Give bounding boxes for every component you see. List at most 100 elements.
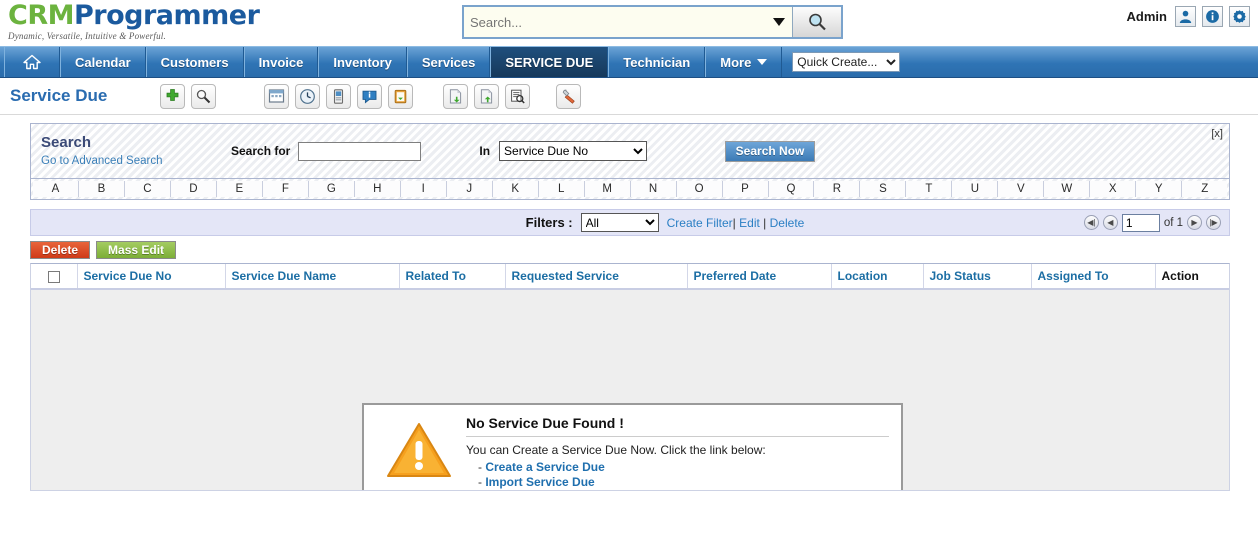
global-search-button[interactable] <box>793 7 841 37</box>
nav-item-services[interactable]: Services <box>406 47 491 77</box>
quick-create-select[interactable]: Quick Create... <box>792 52 901 72</box>
select-all-checkbox[interactable] <box>47 270 60 283</box>
nav-item-customers[interactable]: Customers <box>145 47 244 77</box>
close-icon[interactable]: [x] <box>1211 128 1223 140</box>
user-icon[interactable] <box>1175 6 1196 27</box>
alpha-cell-p[interactable]: P <box>722 181 769 197</box>
alpha-cell-m[interactable]: M <box>584 181 631 197</box>
global-search-input[interactable] <box>464 7 792 37</box>
add-icon[interactable] <box>160 83 185 109</box>
search-record-icon[interactable] <box>191 83 216 109</box>
filters-select[interactable]: All <box>580 213 659 232</box>
column-header-assigned-to[interactable]: Assigned To <box>1031 264 1156 290</box>
nav-item-invoice[interactable]: Invoice <box>243 47 319 77</box>
alpha-cell-d[interactable]: D <box>170 181 217 197</box>
list-action-buttons: Delete Mass Edit <box>30 241 1230 259</box>
alpha-cell-h[interactable]: H <box>354 181 401 197</box>
search-panel: Search Go to Advanced Search Search for … <box>30 123 1230 179</box>
next-page-icon[interactable]: ▶ <box>1187 215 1202 230</box>
filters-bar: Filters : All Create Filter| Edit | Dele… <box>30 209 1230 236</box>
mass-edit-button[interactable]: Mass Edit <box>96 241 177 259</box>
column-header-preferred-date[interactable]: Preferred Date <box>687 264 832 290</box>
chat-icon[interactable] <box>357 83 382 109</box>
header-user-area: Admin <box>1127 6 1250 27</box>
clipboard-icon[interactable] <box>388 83 413 109</box>
main-navigation: Calendar Customers Invoice Inventory Ser… <box>0 46 1258 78</box>
column-header-service-due-name[interactable]: Service Due Name <box>225 264 400 290</box>
alpha-cell-u[interactable]: U <box>952 181 999 197</box>
alpha-cell-o[interactable]: O <box>676 181 723 197</box>
pagination: ◀| ◀ of 1 ▶ |▶ <box>1083 213 1221 232</box>
alpha-cell-s[interactable]: S <box>860 181 907 197</box>
nav-item-home[interactable] <box>4 47 60 77</box>
tools-icon[interactable] <box>556 83 581 109</box>
nav-item-calendar[interactable]: Calendar <box>60 47 146 77</box>
advanced-search-link[interactable]: Go to Advanced Search <box>41 155 162 167</box>
alpha-cell-x[interactable]: X <box>1090 181 1137 197</box>
alpha-cell-z[interactable]: Z <box>1182 181 1228 197</box>
search-in-select[interactable]: Service Due No <box>499 141 648 161</box>
create-service-due-link[interactable]: Create a Service Due <box>485 460 604 474</box>
alpha-cell-g[interactable]: G <box>308 181 355 197</box>
alpha-cell-a[interactable]: A <box>33 181 79 197</box>
column-header-location[interactable]: Location <box>831 264 924 290</box>
column-header-requested-service[interactable]: Requested Service <box>505 264 688 290</box>
alpha-cell-i[interactable]: I <box>400 181 447 197</box>
import-icon[interactable] <box>443 83 468 109</box>
create-filter-link[interactable]: Create Filter <box>667 216 733 230</box>
calendar-icon[interactable] <box>264 83 289 109</box>
logo-wordmark: CRMProgrammer <box>8 0 260 31</box>
alpha-cell-q[interactable]: Q <box>768 181 815 197</box>
alpha-cell-b[interactable]: B <box>78 181 125 197</box>
alpha-cell-r[interactable]: R <box>814 181 861 197</box>
alpha-cell-c[interactable]: C <box>124 181 171 197</box>
last-page-icon[interactable]: |▶ <box>1206 215 1221 230</box>
import-glyph <box>449 88 462 103</box>
alpha-cell-v[interactable]: V <box>998 181 1045 197</box>
delete-filter-link[interactable]: Delete <box>770 216 805 230</box>
clock-glyph <box>300 88 315 104</box>
search-for-input[interactable] <box>298 141 422 161</box>
nav-item-service-due[interactable]: SERVICE DUE <box>490 47 609 77</box>
clock-icon[interactable] <box>295 83 320 109</box>
logo-crm-text: CRM <box>8 0 74 31</box>
alpha-cell-n[interactable]: N <box>630 181 677 197</box>
column-header-service-due-no[interactable]: Service Due No <box>77 264 226 290</box>
dash-1: - <box>478 460 482 474</box>
page-number-input[interactable] <box>1121 213 1160 232</box>
doc-search-glyph <box>511 89 525 104</box>
delete-button[interactable]: Delete <box>30 241 91 259</box>
export-icon[interactable] <box>474 83 499 109</box>
edit-filter-link[interactable]: Edit <box>739 216 760 230</box>
device-icon[interactable] <box>326 83 351 109</box>
search-panel-title: Search <box>41 133 92 151</box>
alpha-cell-l[interactable]: L <box>538 181 585 197</box>
gear-glyph <box>1233 10 1246 23</box>
alpha-cell-y[interactable]: Y <box>1136 181 1183 197</box>
empty-state-title: No Service Due Found ! <box>466 415 889 437</box>
alpha-cell-t[interactable]: T <box>906 181 953 197</box>
alpha-cell-e[interactable]: E <box>216 181 263 197</box>
nav-item-technician[interactable]: Technician <box>608 47 706 77</box>
device-glyph <box>333 88 344 104</box>
gear-icon[interactable] <box>1229 6 1250 27</box>
search-now-button[interactable]: Search Now <box>725 140 816 162</box>
filters-label: Filters : <box>525 215 573 230</box>
document-search-icon[interactable] <box>505 83 530 109</box>
alpha-cell-j[interactable]: J <box>446 181 493 197</box>
caret-down-icon[interactable] <box>773 18 785 26</box>
nav-item-more[interactable]: More <box>705 47 783 77</box>
column-header-job-status[interactable]: Job Status <box>923 264 1032 290</box>
alpha-cell-k[interactable]: K <box>492 181 539 197</box>
filter-links: Create Filter| Edit | Delete <box>667 216 805 230</box>
previous-page-icon[interactable]: ◀ <box>1102 215 1118 230</box>
import-service-due-link[interactable]: Import Service Due <box>485 475 594 489</box>
alpha-cell-w[interactable]: W <box>1044 181 1091 197</box>
home-icon <box>23 54 41 70</box>
alpha-cell-f[interactable]: F <box>262 181 309 197</box>
info-icon[interactable] <box>1202 6 1223 27</box>
first-page-icon[interactable]: ◀| <box>1083 215 1099 230</box>
import-service-due-row: - Import Service Due <box>466 475 889 490</box>
column-header-related-to[interactable]: Related To <box>399 264 506 290</box>
nav-item-inventory[interactable]: Inventory <box>318 47 407 77</box>
